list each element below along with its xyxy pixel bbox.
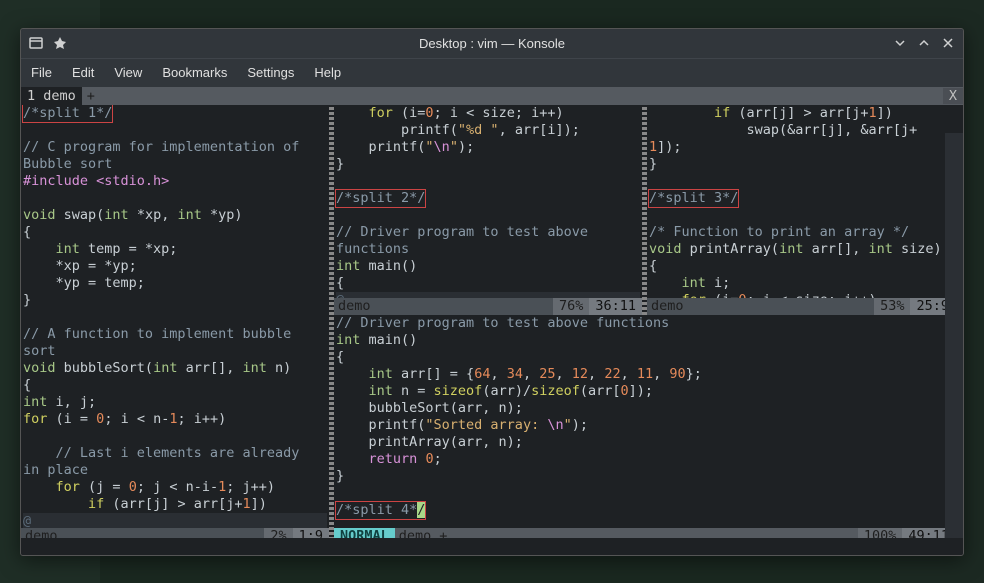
split-marker-3: /*split 3*/ bbox=[649, 190, 738, 207]
pane-1[interactable]: /*split 1*/ // C program for implementat… bbox=[21, 105, 329, 538]
app-menu-icon[interactable] bbox=[29, 36, 43, 50]
minimize-icon[interactable] bbox=[893, 36, 907, 50]
sl-pct: 76% bbox=[553, 298, 589, 315]
sl-pct: 2% bbox=[264, 528, 292, 538]
sl-modified: + bbox=[435, 528, 451, 538]
sl-pos: 1:9 bbox=[293, 528, 329, 538]
maximize-icon[interactable] bbox=[917, 36, 931, 50]
titlebar[interactable]: Desktop : vim — Konsole bbox=[21, 29, 963, 59]
sl-name: demo bbox=[21, 528, 62, 538]
vim-tabline: 1 demo + X bbox=[21, 87, 963, 105]
menu-bookmarks[interactable]: Bookmarks bbox=[162, 65, 227, 80]
menu-file[interactable]: File bbox=[31, 65, 52, 80]
pane-2[interactable]: for (i=0; i < size; i++) printf("%d ", a… bbox=[334, 105, 642, 315]
tab-active[interactable]: 1 demo bbox=[21, 87, 82, 105]
menubar: File Edit View Bookmarks Settings Help bbox=[21, 59, 963, 87]
sl-pct: 100% bbox=[858, 528, 903, 538]
window-title: Desktop : vim — Konsole bbox=[99, 36, 885, 51]
statusline-2: demo 76% 36:11 bbox=[334, 298, 642, 315]
cursor: / bbox=[417, 502, 425, 518]
menu-settings[interactable]: Settings bbox=[247, 65, 294, 80]
sl-pos: 36:11 bbox=[589, 298, 642, 315]
split-marker-2: /*split 2*/ bbox=[336, 190, 425, 207]
sl-name: demo bbox=[395, 528, 436, 538]
split-marker-4: /*split 4*/ bbox=[336, 502, 425, 519]
statusline-1: demo 2% 1:9 bbox=[21, 528, 329, 538]
statusline-4-active: NORMAL demo + 100% 49:11 bbox=[334, 528, 955, 538]
konsole-window: Desktop : vim — Konsole File Edit View B… bbox=[20, 28, 964, 556]
tab-close[interactable]: X bbox=[943, 88, 963, 104]
menu-edit[interactable]: Edit bbox=[72, 65, 94, 80]
editor-area[interactable]: /*split 1*/ // C program for implementat… bbox=[21, 105, 963, 538]
statusline-3: demo 53% 25:9 bbox=[647, 298, 955, 315]
pane-4[interactable]: // Driver program to test above function… bbox=[334, 315, 955, 538]
split-marker-1: /*split 1*/ bbox=[23, 105, 112, 122]
scrollbar[interactable] bbox=[945, 133, 963, 538]
pane-3[interactable]: if (arr[j] > arr[j+1]) swap(&arr[j], &ar… bbox=[647, 105, 955, 315]
close-icon[interactable] bbox=[941, 36, 955, 50]
menu-help[interactable]: Help bbox=[314, 65, 341, 80]
tab-plus[interactable]: + bbox=[82, 88, 100, 104]
command-line[interactable] bbox=[21, 538, 963, 555]
sl-name: demo bbox=[647, 298, 688, 315]
pin-icon[interactable] bbox=[53, 36, 67, 50]
sl-name: demo bbox=[334, 298, 375, 315]
sl-pct: 53% bbox=[874, 298, 910, 315]
sl-mode: NORMAL bbox=[334, 528, 395, 538]
menu-view[interactable]: View bbox=[114, 65, 142, 80]
